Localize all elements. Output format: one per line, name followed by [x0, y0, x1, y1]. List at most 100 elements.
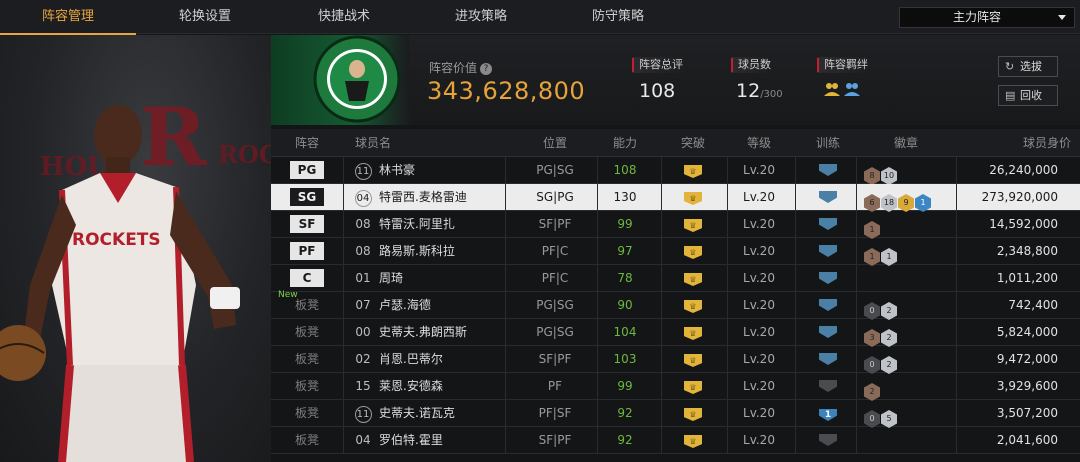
slot-cell[interactable]: SG [271, 184, 343, 210]
tab-defense-strategy[interactable]: 防守策略 [548, 0, 688, 34]
breakthrough-cell[interactable]: ♕ [663, 184, 723, 210]
table-row[interactable]: 板凳 02 肖恩.巴蒂尔 SF|PF 103 ♕ Lv.20 0 2 9,472,000 [271, 346, 1080, 374]
help-icon[interactable]: ? [480, 62, 493, 75]
lineup-value-label-text: 阵容价值 [429, 61, 478, 75]
player-name[interactable]: 史蒂夫.弗朗西斯 [379, 319, 467, 345]
training-cell[interactable] [800, 211, 856, 237]
recycle-button[interactable]: ▤ 回收 [998, 85, 1058, 106]
breakthrough-cell[interactable]: ♕ [663, 211, 723, 237]
column-divider [505, 400, 506, 426]
badges-cell[interactable]: 8 10 [856, 157, 956, 185]
tab-offense-strategy[interactable]: 进攻策略 [414, 0, 548, 34]
table-row[interactable]: SG 04 特雷西.麦格雷迪 SG|PG 130 ♕ Lv.20 6 18 9 1 273,920,0… [271, 184, 1080, 212]
badges-cell[interactable]: 32 [856, 319, 956, 347]
column-divider [727, 346, 728, 372]
training-cell[interactable]: 1 [800, 400, 856, 426]
slot-cell[interactable]: PF [271, 238, 343, 264]
column-divider [795, 211, 796, 237]
table-row[interactable]: 板凳 15 莱恩.安德森 PF 99 ♕ Lv.20 2 3,929,600 [271, 373, 1080, 401]
badges-cell[interactable] [856, 265, 956, 291]
bench-slot[interactable]: 板凳 [271, 400, 343, 426]
table-row[interactable]: 板凳 New 07 卢瑟.海德 PG|SG 90 ♕ Lv.20 0 2 742,400 [271, 290, 1080, 320]
badges-cell[interactable] [856, 427, 956, 453]
player-name[interactable]: 史蒂夫.诺瓦克 [379, 400, 455, 426]
training-cell[interactable] [800, 346, 856, 372]
table-row[interactable]: SF 08 特雷沃.阿里扎 SF|PF 99 ♕ Lv.20 1 14,592,000 [271, 211, 1080, 239]
jersey-number: 00 [355, 325, 371, 339]
player-name[interactable]: 特雷沃.阿里扎 [379, 211, 455, 237]
breakthrough-cell[interactable]: ♕ [663, 373, 723, 399]
bond-icons[interactable] [822, 81, 862, 105]
breakthrough-cell[interactable]: ♕ [663, 346, 723, 372]
tab-quick-tactics[interactable]: 快捷战术 [274, 0, 414, 34]
select-button[interactable]: ↻ 选拔 [998, 56, 1058, 77]
badges-cell[interactable]: 02 [856, 346, 956, 374]
player-level: Lv.20 [743, 379, 775, 393]
breakthrough-cell[interactable]: ♕ [663, 265, 723, 291]
training-cell[interactable] [800, 292, 856, 318]
bench-slot[interactable]: 板凳 [271, 373, 343, 399]
bench-slot[interactable]: 板凳 [271, 346, 343, 372]
column-divider [956, 427, 957, 453]
training-cell[interactable] [800, 157, 856, 183]
badge-hex-icon: 2 [881, 356, 897, 374]
breakthrough-cell[interactable]: ♕ [663, 400, 723, 426]
training-cell[interactable] [800, 373, 856, 399]
player-name[interactable]: 罗伯特.霍里 [379, 427, 443, 453]
slot-cell[interactable]: SF [271, 211, 343, 237]
badge-hex-icon: 2 [881, 329, 897, 347]
select-button-label: 选拔 [1020, 60, 1042, 73]
col-breakthrough: 突破 [680, 136, 705, 150]
training-cell[interactable] [800, 427, 856, 453]
tab-rotation-settings[interactable]: 轮换设置 [136, 0, 274, 34]
table-row[interactable]: PG 11 林书豪 PG|SG 108 ♕ Lv.20 8 10 26,240,000 [271, 157, 1080, 185]
column-divider [505, 238, 506, 264]
player-position: PF|C [541, 271, 569, 285]
player-position: PG|SG [536, 298, 574, 312]
table-row[interactable]: C 01 周琦 PF|C 78 ♕ Lv.20 1,011,200 [271, 265, 1080, 292]
badges-cell[interactable]: 05 [856, 400, 956, 428]
position-slot-badge: C [290, 269, 324, 287]
badges-cell[interactable]: 11 [856, 238, 956, 266]
table-row[interactable]: PF 08 路易斯.斯科拉 PF|C 97 ♕ Lv.20 1 1 2,348,800 [271, 238, 1080, 266]
player-level: Lv.20 [743, 325, 775, 339]
breakthrough-cell[interactable]: ♕ [663, 319, 723, 345]
training-shield-icon [819, 434, 837, 446]
player-name[interactable]: 路易斯.斯科拉 [379, 238, 455, 264]
player-name[interactable]: 林书豪 [379, 157, 415, 183]
table-row[interactable]: 板凳 00 史蒂夫.弗朗西斯 PG|SG 104 ♕ Lv.20 3 2 5,824,000 [271, 319, 1080, 347]
training-cell[interactable] [800, 265, 856, 291]
column-divider [956, 265, 957, 291]
player-name[interactable]: 肖恩.巴蒂尔 [379, 346, 443, 372]
breakthrough-cell[interactable]: ♕ [663, 157, 723, 183]
player-position: SF|PF [538, 433, 572, 447]
player-name[interactable]: 特雷西.麦格雷迪 [379, 184, 467, 210]
player-position: SG|PG [536, 190, 574, 204]
badges-cell[interactable]: 02 [856, 292, 956, 320]
column-divider [505, 319, 506, 345]
training-cell[interactable] [800, 319, 856, 345]
training-cell[interactable] [800, 238, 856, 264]
slot-cell[interactable]: C [271, 265, 343, 291]
bench-slot[interactable]: 板凳 [271, 319, 343, 345]
table-row[interactable]: 板凳 04 罗伯特.霍里 SF|PF 92 ♕ Lv.20 2,041,600 [271, 427, 1080, 454]
badges-cell[interactable]: 6 18 9 1 [856, 184, 956, 212]
crown-icon: ♕ [684, 381, 702, 394]
player-name[interactable]: 莱恩.安德森 [379, 373, 443, 399]
badges-cell[interactable]: 1 [856, 211, 956, 239]
position-slot-badge: SG [290, 188, 324, 206]
breakthrough-cell[interactable]: ♕ [663, 238, 723, 264]
slot-cell[interactable]: PG [271, 157, 343, 183]
breakthrough-cell[interactable]: ♕ [663, 427, 723, 453]
badge-hex-icon: 18 [881, 194, 897, 212]
breakthrough-cell[interactable]: ♕ [663, 292, 723, 318]
badges-cell[interactable]: 2 [856, 373, 956, 401]
jersey-cell: 08 [353, 238, 373, 264]
player-name[interactable]: 周琦 [379, 265, 403, 291]
training-cell[interactable] [800, 184, 856, 210]
player-name[interactable]: 卢瑟.海德 [379, 292, 431, 318]
tab-lineup-management[interactable]: 阵容管理 [0, 0, 136, 35]
table-row[interactable]: 板凳 11 史蒂夫.诺瓦克 PF|SF 92 ♕ Lv.20 1 0 5 3,507,200 [271, 400, 1080, 428]
lineup-dropdown[interactable]: 主力阵容 [899, 7, 1075, 28]
bench-slot[interactable]: 板凳 [271, 427, 343, 453]
